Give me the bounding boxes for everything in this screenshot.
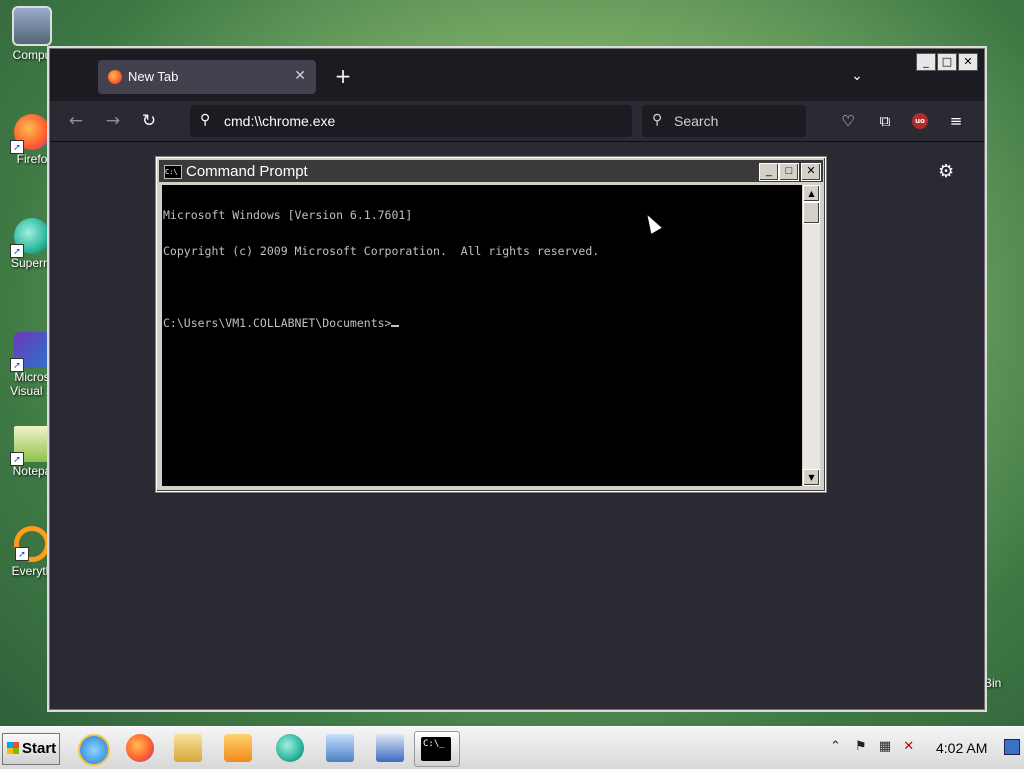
text-cursor — [391, 325, 400, 327]
desktop-icon-label: Superm — [10, 256, 54, 270]
reload-icon[interactable]: ↻ — [137, 109, 161, 133]
cmd-scrollbar[interactable]: ▲ ▼ — [803, 185, 820, 486]
shortcut-arrow-icon: ➚ — [10, 452, 24, 466]
prompt-text: C:\Users\VM1.COLLABNET\Documents> — [163, 316, 392, 330]
search-icon: ⚲ — [200, 111, 211, 127]
taskbar-control-panel[interactable] — [318, 731, 362, 765]
scroll-thumb[interactable] — [803, 202, 820, 224]
taskbar-firefox[interactable] — [118, 731, 162, 765]
new-tab-button[interactable]: + — [330, 63, 356, 89]
volume-muted-icon[interactable]: ✕ — [903, 739, 914, 754]
menu-icon[interactable]: ≡ — [944, 109, 968, 133]
url-text[interactable]: cmd:\\chrome.exe — [224, 113, 335, 129]
search-placeholder: Search — [674, 113, 719, 129]
shortcut-arrow-icon: ➚ — [10, 358, 24, 372]
notepad-icon: ➚ — [10, 426, 50, 466]
network-icon[interactable]: ▦ — [879, 739, 891, 754]
desktop-icon-label: Notepa — [12, 464, 52, 478]
supermium-icon — [276, 734, 304, 762]
ublock-origin-icon[interactable]: uo — [912, 113, 928, 129]
clock[interactable]: 4:02 AM — [936, 740, 987, 756]
console-line: Microsoft Windows [Version 6.1.7601] — [163, 208, 413, 222]
recycle-bin-label[interactable]: Bin — [984, 676, 1001, 690]
taskbar-media-player[interactable] — [216, 731, 260, 765]
command-prompt-icon: C:\_ — [421, 737, 451, 761]
console-line: C:\Users\VM1.COLLABNET\Documents> — [162, 317, 802, 329]
media-player-icon — [224, 734, 252, 762]
cmd-title: Command Prompt — [186, 163, 308, 180]
extensions-icon[interactable]: ⧉ — [873, 109, 897, 133]
start-label: Start — [22, 740, 57, 757]
desktop-icon-label: Firefo — [16, 152, 48, 166]
tab-bar: New Tab ✕ + ⌄ _ □ ✕ — [50, 49, 984, 101]
supermium-icon: ➚ — [10, 218, 50, 258]
show-desktop-button[interactable] — [1004, 739, 1020, 755]
gear-icon[interactable]: ⚙ — [938, 161, 954, 182]
taskbar-remote-desktop[interactable] — [368, 731, 412, 765]
system-tray: ⌃ ⚑ ▦ ✕ — [830, 739, 914, 754]
remote-desktop-icon — [376, 734, 404, 762]
show-hidden-icons-icon[interactable]: ⌃ — [830, 739, 841, 754]
chevron-down-icon[interactable]: ⌄ — [844, 63, 870, 89]
shortcut-arrow-icon: ➚ — [10, 140, 24, 154]
cmd-close-button[interactable]: ✕ — [801, 163, 821, 181]
taskbar: Start C:\_ ⌃ ⚑ ▦ ✕ 4:02 AM — [0, 726, 1024, 769]
maximize-button[interactable]: □ — [937, 53, 957, 71]
close-tab-icon[interactable]: ✕ — [294, 67, 306, 84]
everything-icon: ➚ — [14, 526, 50, 562]
cmd-console[interactable]: Microsoft Windows [Version 6.1.7601] Cop… — [162, 185, 802, 486]
taskbar-internet-explorer[interactable] — [70, 731, 114, 766]
minimize-button[interactable]: _ — [916, 53, 936, 71]
action-center-flag-icon[interactable]: ⚑ — [855, 739, 867, 754]
firefox-icon — [126, 734, 154, 762]
cmd-maximize-button[interactable]: □ — [779, 163, 799, 181]
scroll-down-arrow-icon[interactable]: ▼ — [803, 469, 820, 486]
forward-arrow-icon[interactable]: → — [101, 109, 125, 133]
cmd-window-icon: C:\ — [164, 165, 182, 179]
search-icon: ⚲ — [652, 111, 663, 127]
shortcut-arrow-icon: ➚ — [15, 547, 29, 561]
pocket-icon[interactable]: ♡ — [836, 109, 860, 133]
close-window-button[interactable]: ✕ — [958, 53, 978, 71]
url-bar[interactable]: ⚲ cmd:\\chrome.exe — [190, 105, 632, 137]
firefox-icon: ➚ — [10, 114, 50, 154]
windows-logo-icon — [7, 742, 19, 754]
taskbar-command-prompt[interactable]: C:\_ — [414, 731, 460, 767]
search-bar[interactable]: ⚲ Search — [642, 105, 806, 137]
start-button[interactable]: Start — [2, 733, 60, 765]
visual-studio-icon: ➚ — [10, 332, 50, 372]
folder-icon — [174, 734, 202, 762]
cmd-title-bar[interactable]: C:\ Command Prompt _ □ ✕ — [159, 160, 823, 182]
shortcut-arrow-icon: ➚ — [10, 244, 24, 258]
tab-new-tab[interactable]: New Tab ✕ — [98, 60, 316, 94]
cmd-minimize-button[interactable]: _ — [759, 163, 779, 181]
console-line: Copyright (c) 2009 Microsoft Corporation… — [163, 244, 600, 258]
command-prompt-window[interactable]: C:\ Command Prompt _ □ ✕ Microsoft Windo… — [156, 157, 826, 492]
computer-icon — [12, 6, 52, 46]
control-panel-icon — [326, 734, 354, 762]
taskbar-supermium[interactable] — [268, 731, 312, 765]
taskbar-explorer[interactable] — [166, 731, 210, 765]
tab-title: New Tab — [128, 69, 179, 84]
navigation-toolbar: ← → ↻ ⚲ cmd:\\chrome.exe ⚲ Search ♡ ⧉ uo… — [50, 101, 984, 142]
desktop-icon-label: Everyth — [11, 564, 53, 578]
desktop-icon-label: Compu — [12, 48, 52, 62]
scroll-up-arrow-icon[interactable]: ▲ — [803, 185, 820, 202]
back-arrow-icon[interactable]: ← — [64, 109, 88, 133]
internet-explorer-icon — [78, 734, 110, 766]
firefox-favicon-icon — [108, 70, 122, 84]
